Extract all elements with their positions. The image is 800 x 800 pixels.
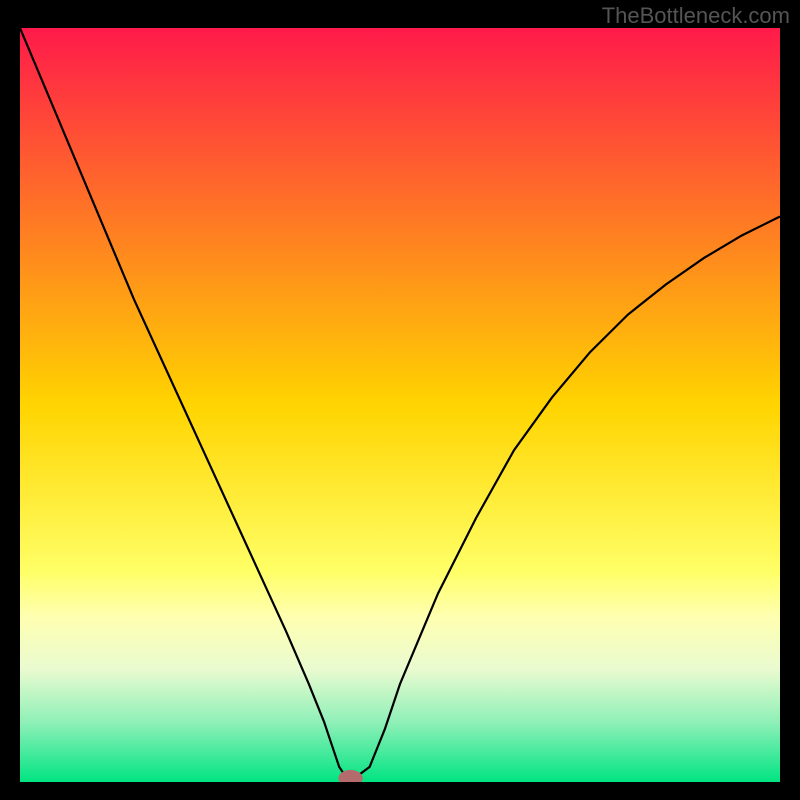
chart-frame: TheBottleneck.com [0, 0, 800, 800]
bottleneck-chart [20, 28, 780, 782]
watermark-text: TheBottleneck.com [602, 3, 790, 29]
chart-background [20, 28, 780, 782]
